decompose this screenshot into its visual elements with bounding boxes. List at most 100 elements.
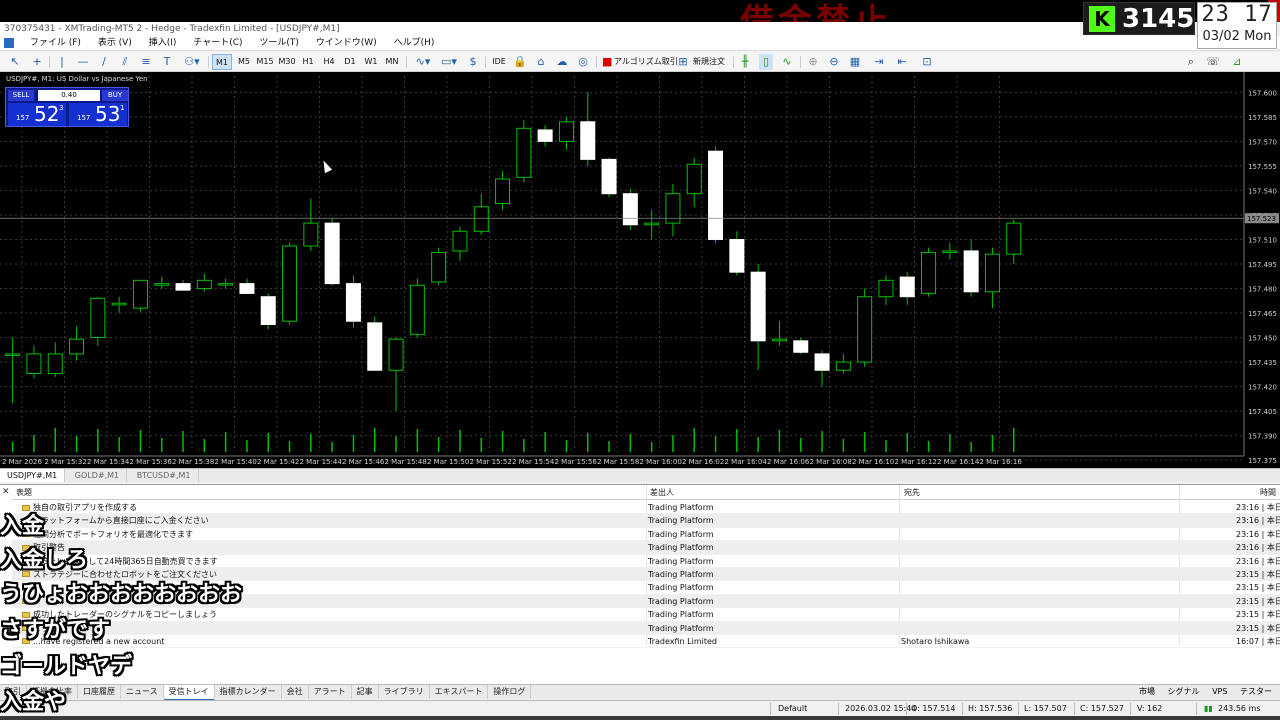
fibonacci-icon[interactable]: ≡ [139, 54, 153, 70]
candle[interactable] [452, 226, 468, 452]
candle[interactable] [963, 239, 979, 452]
candle[interactable] [175, 280, 191, 452]
candle[interactable] [90, 296, 106, 452]
candle[interactable] [196, 273, 212, 452]
menu-window[interactable]: ウインドウ(W) [309, 36, 384, 51]
text-tool-icon[interactable]: T [160, 54, 174, 70]
candle[interactable] [771, 321, 787, 452]
cursor-tool-icon[interactable]: ↖ [8, 54, 22, 70]
chart-shift-icon[interactable]: ⇤ [895, 54, 909, 70]
candle[interactable] [132, 279, 148, 452]
candle[interactable] [708, 146, 724, 452]
sell-button[interactable]: SELL [8, 90, 34, 101]
mail-row[interactable]: 取引警告 Trading Platform 23:16 | 本日 [12, 541, 1280, 555]
timeframe-m5[interactable]: M5 [234, 54, 254, 70]
toolbox-tab[interactable]: 口座履歴 [78, 685, 121, 699]
timeframe-h4[interactable]: H4 [319, 54, 339, 70]
candle[interactable] [942, 242, 958, 452]
menu-help[interactable]: ヘルプ(H) [387, 36, 442, 51]
toolbox-tab[interactable]: 操作ログ [488, 685, 532, 699]
bar-chart-icon[interactable]: ╫ [738, 54, 752, 70]
candle[interactable] [729, 231, 745, 452]
mail-row[interactable]: 相関分析でポートフォリオを最適化できます Trading Platform 23:1… [12, 528, 1280, 542]
tester-link[interactable]: テスター [1240, 687, 1272, 696]
candle[interactable] [814, 350, 830, 452]
toolbox-tab[interactable]: エキスパート [430, 685, 489, 699]
cloud-icon[interactable]: ☁ [555, 54, 569, 70]
column-subject[interactable]: 表題 [16, 485, 32, 500]
candlestick-chart[interactable]: 157.600 157.585 157.570 157.555 157.540 157.5… [0, 72, 1280, 468]
column-time[interactable]: 時間 [1260, 485, 1276, 500]
toolbox-tab[interactable]: ニュース [121, 685, 164, 699]
candle[interactable] [367, 316, 383, 452]
candle[interactable] [431, 247, 447, 452]
indicators-icon[interactable]: ∿▾ [412, 54, 434, 70]
timeframe-m1[interactable]: M1 [212, 54, 232, 70]
candle[interactable] [5, 337, 21, 452]
candle[interactable] [686, 157, 702, 452]
search-icon[interactable]: ⌕ [1184, 54, 1198, 70]
price-chart[interactable]: 157.600 157.585 157.570 157.555 157.540 157.5… [0, 72, 1280, 468]
ide-button[interactable]: IDE [490, 54, 508, 70]
algo-trading-button[interactable]: アルゴリズム取引 [614, 54, 678, 70]
coin-icon[interactable]: $ [466, 54, 480, 70]
toolbox-tab[interactable]: 会社 [282, 685, 309, 699]
autoscroll-icon[interactable]: ⇥ [872, 54, 886, 70]
screenshot-icon[interactable]: ⊡ [920, 54, 934, 70]
menu-view[interactable]: 表示 (V) [91, 36, 139, 51]
signals-icon[interactable]: ◎ [576, 54, 590, 70]
buy-button[interactable]: BUY [102, 90, 128, 101]
candle[interactable] [1006, 219, 1022, 452]
new-order-button[interactable]: 新規注文 [690, 54, 728, 70]
candle[interactable] [69, 326, 85, 452]
mail-row[interactable]: ...have registered a new account Tradexfi… [12, 635, 1280, 649]
trendline-icon[interactable]: / [97, 54, 111, 70]
mail-row[interactable]: プラットフォームから直接口座にご入金ください Trading Platform 23… [12, 514, 1280, 528]
timeframe-w1[interactable]: W1 [361, 54, 381, 70]
candle[interactable] [665, 183, 681, 452]
candle[interactable] [835, 353, 851, 452]
toolbox-tab[interactable]: 指標カレンダー [215, 685, 282, 699]
candle[interactable] [495, 170, 511, 452]
candle[interactable] [303, 198, 319, 452]
candle[interactable] [558, 116, 574, 452]
candle[interactable] [282, 242, 298, 452]
sell-price[interactable]: 157 52 3 [8, 103, 66, 126]
signals-link[interactable]: シグナル [1168, 687, 1200, 696]
candle[interactable] [473, 193, 489, 452]
mail-row[interactable]: ようこそ Trading Platform 23:15 | 本日 [12, 621, 1280, 635]
horizontal-line-icon[interactable]: — [76, 54, 90, 70]
mail-row[interactable]: 独自の取引アプリを作成する Trading Platform 23:16 | 本日 [12, 501, 1280, 515]
toolbox-tab[interactable]: 記事 [352, 685, 379, 699]
chart-tab-gold[interactable]: GOLD#,M1 [68, 469, 128, 482]
market-link[interactable]: 市場 [1139, 687, 1155, 696]
zoom-in-icon[interactable]: ⊕ [806, 54, 820, 70]
menu-insert[interactable]: 挿入(I) [142, 36, 184, 51]
candle[interactable] [793, 337, 809, 452]
shapes-icon[interactable]: ⚇▾ [181, 54, 203, 70]
mail-row[interactable]: VPSをレンタルして24時間365日自動売買できます Trading Platfo… [12, 555, 1280, 568]
candle[interactable] [984, 247, 1000, 452]
timeframe-h1[interactable]: H1 [298, 54, 318, 70]
notifications-icon[interactable]: ☏ [1206, 54, 1220, 70]
candle[interactable] [218, 278, 234, 452]
candle[interactable] [622, 188, 638, 452]
zoom-out-icon[interactable]: ⊖ [827, 54, 841, 70]
candle[interactable] [899, 272, 915, 452]
buy-price[interactable]: 157 53 1 [69, 103, 127, 126]
candle[interactable] [111, 296, 127, 452]
crosshair-icon[interactable]: + [30, 54, 44, 70]
chart-tab-usdjpy[interactable]: USDJPY#,M1 [0, 469, 66, 482]
candle[interactable] [601, 157, 617, 452]
lock-icon[interactable]: 🔒 [513, 54, 527, 70]
candle[interactable] [260, 293, 276, 452]
candle[interactable] [750, 264, 766, 452]
toolbox-tab[interactable]: アラート [309, 685, 352, 699]
candle[interactable] [345, 275, 361, 452]
market-icon[interactable]: ⌂ [534, 54, 548, 70]
candle[interactable] [516, 120, 532, 452]
close-icon[interactable]: ✕ [2, 487, 10, 497]
toolbox-tab[interactable]: 受信トレイ [163, 685, 215, 701]
candle[interactable] [878, 275, 894, 452]
templates-icon[interactable]: ▭▾ [438, 54, 460, 70]
